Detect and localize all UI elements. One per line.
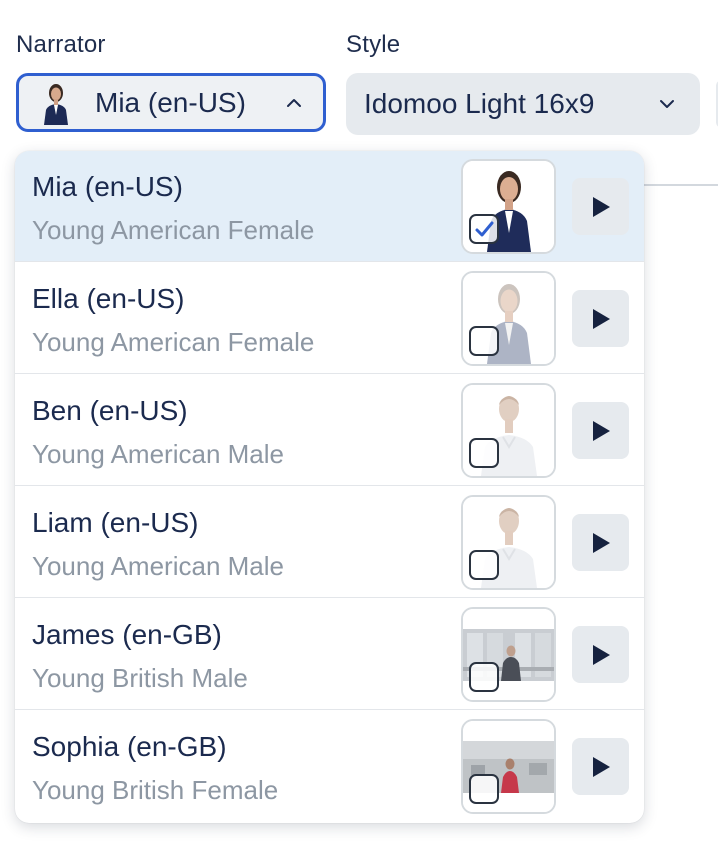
chevron-down-icon <box>660 100 674 108</box>
narrator-option-mia[interactable]: Mia (en-US) Young American Female <box>15 151 644 262</box>
narrator-checkbox[interactable] <box>469 662 499 692</box>
option-description: Young American Female <box>32 327 315 357</box>
play-icon <box>592 308 610 329</box>
divider-line <box>644 184 718 186</box>
narrator-option-liam[interactable]: Liam (en-US) Young American Male <box>15 487 644 598</box>
option-name: Ella (en-US) <box>32 283 185 314</box>
narrator-thumbnail[interactable] <box>461 607 556 702</box>
play-preview-button[interactable] <box>572 514 629 571</box>
narrator-select[interactable]: Mia (en-US) <box>16 73 326 132</box>
narrator-option-james[interactable]: James (en-GB) Young British Male <box>15 599 644 710</box>
option-name: Mia (en-US) <box>32 171 183 202</box>
option-description: Young American Male <box>32 439 284 469</box>
narrator-avatar-icon <box>44 83 68 125</box>
narrator-option-ella[interactable]: Ella (en-US) Young American Female <box>15 263 644 374</box>
narrator-thumbnail[interactable] <box>461 719 556 814</box>
play-preview-button[interactable] <box>572 402 629 459</box>
narrator-thumbnail[interactable] <box>461 159 556 254</box>
play-icon <box>592 196 610 217</box>
option-description: Young British Female <box>32 775 279 805</box>
narrator-thumbnail[interactable] <box>461 495 556 590</box>
checkmark-icon <box>475 221 494 237</box>
style-select[interactable]: Idomoo Light 16x9 <box>346 73 700 135</box>
option-name: Sophia (en-GB) <box>32 731 227 762</box>
chevron-up-icon <box>287 98 301 107</box>
play-icon <box>592 644 610 665</box>
style-select-value: Idomoo Light 16x9 <box>364 88 595 119</box>
play-icon <box>592 532 610 553</box>
option-description: Young American Female <box>32 215 315 245</box>
narrator-thumbnail[interactable] <box>461 383 556 478</box>
option-name: James (en-GB) <box>32 619 222 650</box>
play-icon <box>592 420 610 441</box>
narrator-checkbox[interactable] <box>469 774 499 804</box>
option-description: Young British Male <box>32 663 248 693</box>
narrator-label: Narrator <box>16 31 106 58</box>
narrator-option-ben[interactable]: Ben (en-US) Young American Male <box>15 375 644 486</box>
play-preview-button[interactable] <box>572 290 629 347</box>
option-name: Liam (en-US) <box>32 507 199 538</box>
narrator-option-sophia[interactable]: Sophia (en-GB) Young British Female <box>15 711 644 822</box>
play-preview-button[interactable] <box>572 178 629 235</box>
option-description: Young American Male <box>32 551 284 581</box>
narrator-select-value: Mia (en-US) <box>95 86 246 118</box>
play-preview-button[interactable] <box>572 738 629 795</box>
narrator-thumbnail[interactable] <box>461 271 556 366</box>
narrator-checkbox[interactable] <box>469 438 499 468</box>
narrator-checkbox[interactable] <box>469 214 499 244</box>
play-preview-button[interactable] <box>572 626 629 683</box>
style-label: Style <box>346 31 401 58</box>
narrator-dropdown-list: Mia (en-US) Young American Female Ella (… <box>15 151 644 823</box>
narrator-checkbox[interactable] <box>469 550 499 580</box>
play-icon <box>592 756 610 777</box>
narrator-checkbox[interactable] <box>469 326 499 356</box>
option-name: Ben (en-US) <box>32 395 188 426</box>
